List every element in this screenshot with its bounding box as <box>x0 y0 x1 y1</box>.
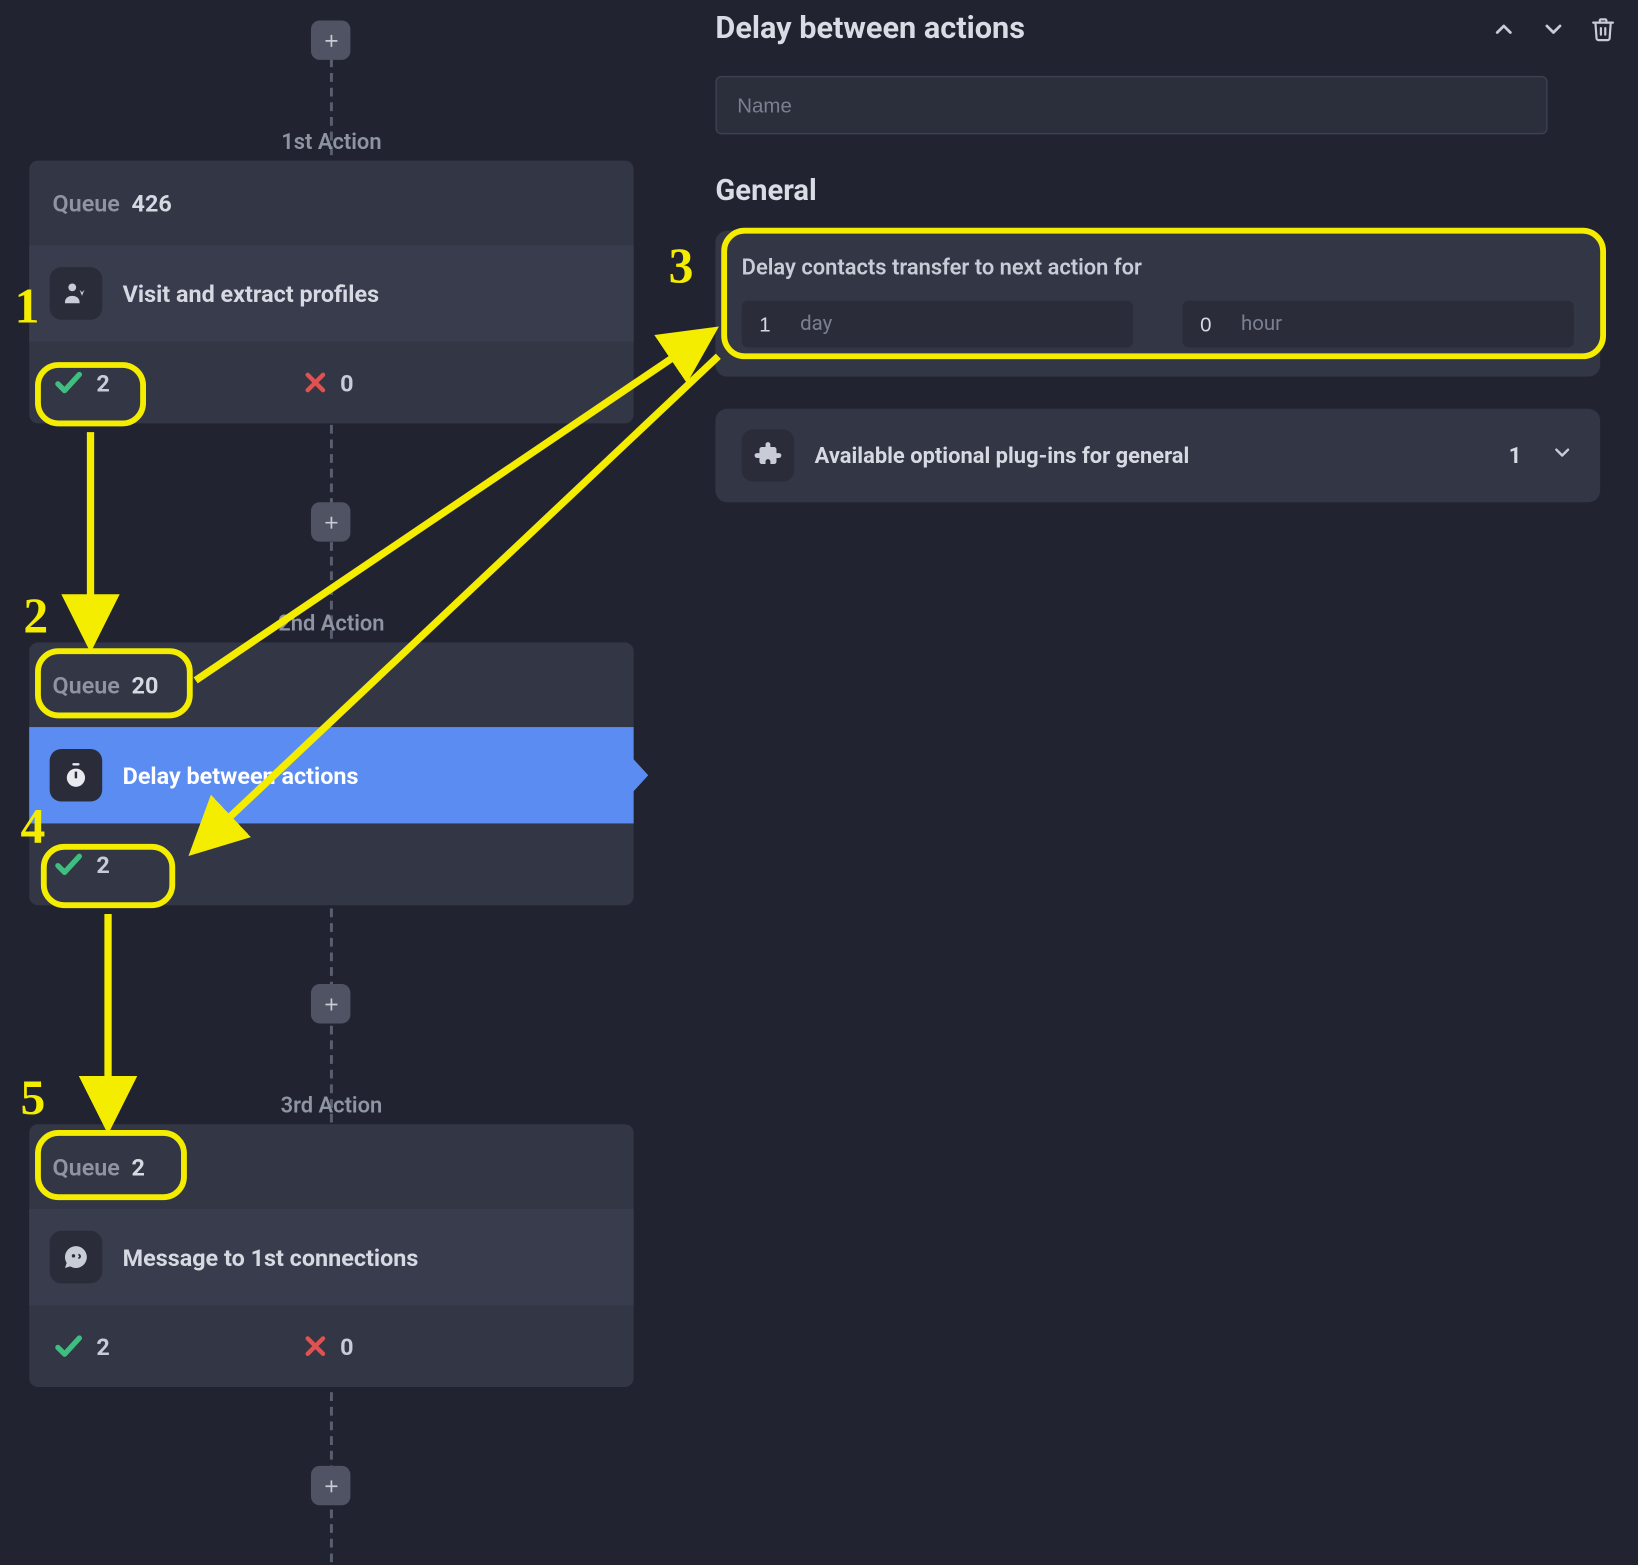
success-stat: 2 <box>53 1330 110 1362</box>
x-icon <box>302 1333 328 1359</box>
plus-icon <box>320 512 340 532</box>
delay-day-field[interactable]: day <box>742 301 1133 348</box>
fail-stat: 0 <box>302 1332 353 1360</box>
action-2-queue-row: Queue 20 <box>29 642 633 727</box>
add-action-button-0[interactable] <box>311 20 350 59</box>
action-2-label: 2nd Action <box>0 610 663 636</box>
queue-count: 20 <box>132 671 159 699</box>
plus-icon <box>320 30 340 50</box>
move-down-button[interactable] <box>1536 12 1571 47</box>
plugins-expand-row[interactable]: Available optional plug-ins for general … <box>715 409 1600 502</box>
action-card-1[interactable]: Queue 426 Visit and extract profiles 2 0 <box>29 161 633 424</box>
action-1-stats: 2 0 <box>29 342 633 424</box>
check-icon <box>53 366 85 398</box>
action-2-title: Delay between actions <box>123 761 359 789</box>
delay-hour-field[interactable]: hour <box>1183 301 1574 348</box>
plus-icon <box>320 1475 340 1495</box>
action-1-title-row[interactable]: Visit and extract profiles <box>29 245 633 341</box>
delay-hour-input[interactable] <box>1200 312 1229 335</box>
section-general-title: General <box>715 172 1620 207</box>
queue-label: Queue <box>53 671 120 699</box>
check-icon <box>53 848 85 880</box>
action-name-input[interactable] <box>715 76 1547 134</box>
delay-settings-label: Delay contacts transfer to next action f… <box>742 254 1574 280</box>
fail-stat: 0 <box>302 369 353 397</box>
add-action-button-3[interactable] <box>311 1466 350 1505</box>
queue-count: 2 <box>132 1153 145 1181</box>
action-3-title-row[interactable]: Message to 1st connections <box>29 1209 633 1305</box>
add-action-button-2[interactable] <box>311 984 350 1023</box>
action-3-stats: 2 0 <box>29 1305 633 1387</box>
trash-icon <box>1590 16 1616 42</box>
hour-unit: hour <box>1241 312 1282 335</box>
action-1-title: Visit and extract profiles <box>123 280 379 308</box>
day-unit: day <box>800 312 832 335</box>
delete-button[interactable] <box>1586 12 1621 47</box>
action-1-queue-row: Queue 426 <box>29 161 633 246</box>
annotation-3: 3 <box>669 239 694 294</box>
plugins-count: 1 <box>1509 442 1522 468</box>
chevron-up-icon <box>1491 16 1517 42</box>
action-3-label: 3rd Action <box>0 1092 663 1118</box>
message-icon <box>50 1231 103 1284</box>
user-download-icon <box>50 267 103 320</box>
action-3-queue-row: Queue 2 <box>29 1124 633 1209</box>
panel-title: Delay between actions <box>715 12 1471 47</box>
chevron-down-icon <box>1540 16 1566 42</box>
queue-label: Queue <box>53 1153 120 1181</box>
delay-day-input[interactable] <box>759 312 788 335</box>
action-3-title: Message to 1st connections <box>123 1243 419 1271</box>
check-icon <box>53 1330 85 1362</box>
plugin-icon <box>742 429 795 482</box>
add-action-button-1[interactable] <box>311 502 350 541</box>
delay-settings-box: Delay contacts transfer to next action f… <box>715 231 1600 377</box>
action-card-3[interactable]: Queue 2 Message to 1st connections 2 0 <box>29 1124 633 1387</box>
stopwatch-icon <box>50 749 103 802</box>
queue-label: Queue <box>53 189 120 217</box>
action-1-label: 1st Action <box>0 128 663 154</box>
action-2-title-row[interactable]: Delay between actions <box>29 727 633 823</box>
success-stat: 2 <box>53 366 110 398</box>
success-stat: 2 <box>53 848 110 880</box>
plus-icon <box>320 994 340 1014</box>
x-icon <box>302 369 328 395</box>
plugins-text: Available optional plug-ins for general <box>815 442 1489 468</box>
move-up-button[interactable] <box>1486 12 1521 47</box>
queue-count: 426 <box>132 189 172 217</box>
action-card-2[interactable]: Queue 20 Delay between actions 2 <box>29 642 633 905</box>
action-2-stats: 2 <box>29 823 633 905</box>
chevron-down-icon <box>1551 441 1574 470</box>
